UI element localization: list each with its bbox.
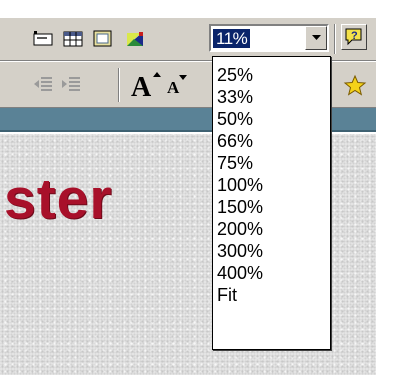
- toolbar-separator: [118, 68, 120, 102]
- grow-font-icon[interactable]: A: [128, 70, 164, 100]
- zoom-option-200[interactable]: 200%: [213, 218, 330, 240]
- increase-indent-icon[interactable]: [58, 72, 84, 98]
- insert-frame-icon[interactable]: [30, 26, 56, 52]
- zoom-option-33[interactable]: 33%: [213, 86, 330, 108]
- svg-text:A: A: [167, 78, 180, 97]
- design-gallery-icon[interactable]: [342, 72, 368, 98]
- color-palette-icon[interactable]: [122, 26, 148, 52]
- zoom-option-150[interactable]: 150%: [213, 196, 330, 218]
- zoom-option-100[interactable]: 100%: [213, 174, 330, 196]
- zoom-option-25[interactable]: 25%: [213, 64, 330, 86]
- zoom-option-50[interactable]: 50%: [213, 108, 330, 130]
- chevron-down-icon: [311, 35, 321, 40]
- svg-text:?: ?: [351, 30, 358, 42]
- decrease-indent-icon[interactable]: [30, 72, 56, 98]
- zoom-option-75[interactable]: 75%: [213, 152, 330, 174]
- publisher-window: 11% ? A A ster 25% 33% 50% 66% 75% 100% …: [0, 0, 393, 375]
- zoom-dropdown-list[interactable]: 25% 33% 50% 66% 75% 100% 150% 200% 300% …: [212, 56, 331, 350]
- zoom-dropdown-button[interactable]: [305, 26, 327, 50]
- toolbar-separator: [334, 24, 336, 54]
- bordered-box-icon[interactable]: [90, 26, 116, 52]
- zoom-option-fit[interactable]: Fit: [213, 284, 330, 306]
- zoom-option-66[interactable]: 66%: [213, 130, 330, 152]
- zoom-value[interactable]: 11%: [213, 29, 251, 48]
- svg-text:A: A: [131, 72, 152, 99]
- standard-toolbar: 11% ?: [0, 17, 376, 61]
- help-icon[interactable]: ?: [341, 24, 367, 50]
- shrink-font-icon[interactable]: A: [164, 72, 196, 98]
- zoom-option-300[interactable]: 300%: [213, 240, 330, 262]
- document-headline-text[interactable]: ster: [4, 171, 113, 228]
- zoom-combo-box[interactable]: 11%: [209, 24, 329, 52]
- table-icon[interactable]: [60, 26, 86, 52]
- zoom-option-400[interactable]: 400%: [213, 262, 330, 284]
